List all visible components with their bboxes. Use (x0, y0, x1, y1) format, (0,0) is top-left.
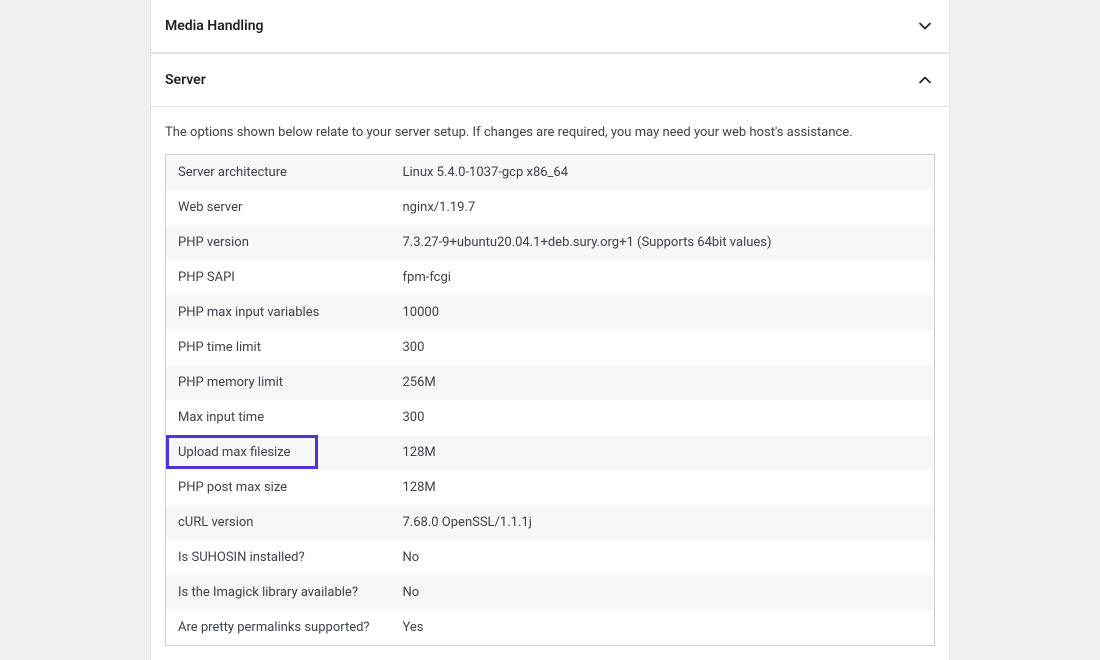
table-row-value: 300 (403, 410, 425, 425)
table-row-label: Is SUHOSIN installed? (178, 550, 305, 565)
table-row-value: Yes (403, 620, 424, 635)
table-row-value: No (403, 550, 420, 565)
table-row-value: nginx/1.19.7 (403, 200, 476, 215)
table-value-cell: 128M (391, 470, 935, 505)
table-row-label: PHP memory limit (178, 375, 283, 390)
table-value-cell: 128M (391, 435, 935, 470)
table-value-cell: 7.68.0 OpenSSL/1.1.1j (391, 505, 935, 540)
table-row-value: Linux 5.4.0-1037-gcp x86_64 (403, 165, 569, 180)
table-row-value: fpm-fcgi (403, 270, 451, 285)
table-row-value: 128M (403, 445, 436, 460)
table-value-cell: nginx/1.19.7 (391, 190, 935, 225)
table-value-cell: 7.3.27-9+ubuntu20.04.1+deb.sury.org+1 (S… (391, 225, 935, 260)
chevron-up-icon (915, 70, 935, 90)
table-row: PHP version 7.3.27-9+ubuntu20.04.1+deb.su… (166, 225, 935, 260)
table-label-cell: Upload max filesize (166, 435, 391, 470)
table-row: PHP max input variables 10000 (166, 295, 935, 330)
table-label-cell: Max input time (166, 400, 391, 435)
chevron-down-icon (915, 16, 935, 36)
table-row-label: Are pretty permalinks supported? (178, 620, 370, 635)
table-row: Is the Imagick library available? No (166, 575, 935, 610)
table-row-label: PHP post max size (178, 480, 287, 495)
table-label-cell: Are pretty permalinks supported? (166, 610, 391, 646)
table-row-label: PHP SAPI (178, 270, 235, 285)
table-label-cell: Web server (166, 190, 391, 225)
table-label-cell: Is SUHOSIN installed? (166, 540, 391, 575)
server-panel-description: The options shown below relate to your s… (165, 125, 935, 140)
table-row-label: PHP time limit (178, 340, 261, 355)
table-label-cell: PHP max input variables (166, 295, 391, 330)
table-row-label: Upload max filesize (178, 445, 290, 460)
table-row: Web server nginx/1.19.7 (166, 190, 935, 225)
table-row: PHP SAPI fpm-fcgi (166, 260, 935, 295)
server-info-table: Server architecture Linux 5.4.0-1037-gcp … (165, 154, 935, 646)
table-row: PHP time limit 300 (166, 330, 935, 365)
table-row-value: 7.68.0 OpenSSL/1.1.1j (403, 515, 532, 530)
media-handling-panel-title: Media Handling (165, 18, 264, 34)
table-label-cell: cURL version (166, 505, 391, 540)
table-value-cell: fpm-fcgi (391, 260, 935, 295)
table-row-label: Max input time (178, 410, 264, 425)
table-row: Max input time 300 (166, 400, 935, 435)
server-panel-body: The options shown below relate to your s… (151, 107, 949, 660)
table-row: PHP memory limit 256M (166, 365, 935, 400)
table-label-cell: PHP memory limit (166, 365, 391, 400)
table-value-cell: 300 (391, 400, 935, 435)
table-label-cell: PHP time limit (166, 330, 391, 365)
table-value-cell: No (391, 540, 935, 575)
table-row-label: Server architecture (178, 165, 287, 180)
table-row-highlighted: Upload max filesize 128M (166, 435, 935, 470)
table-label-cell: Is the Imagick library available? (166, 575, 391, 610)
table-value-cell: 300 (391, 330, 935, 365)
table-row: Server architecture Linux 5.4.0-1037-gcp … (166, 155, 935, 191)
table-row-value: 300 (403, 340, 425, 355)
media-handling-panel-header[interactable]: Media Handling (151, 0, 949, 53)
table-row: PHP post max size 128M (166, 470, 935, 505)
table-value-cell: No (391, 575, 935, 610)
table-row-label: Web server (178, 200, 242, 215)
table-row-value: 10000 (403, 305, 440, 320)
table-row-value: No (403, 585, 420, 600)
table-row-label: PHP version (178, 235, 249, 250)
table-value-cell: 10000 (391, 295, 935, 330)
table-row-value: 7.3.27-9+ubuntu20.04.1+deb.sury.org+1 (S… (403, 235, 772, 250)
table-label-cell: Server architecture (166, 155, 391, 191)
table-label-cell: PHP post max size (166, 470, 391, 505)
table-value-cell: Linux 5.4.0-1037-gcp x86_64 (391, 155, 935, 191)
server-panel-title: Server (165, 72, 206, 88)
table-row: Are pretty permalinks supported? Yes (166, 610, 935, 646)
table-row-value: 128M (403, 480, 436, 495)
table-row-label: PHP max input variables (178, 305, 319, 320)
table-row-label: Is the Imagick library available? (178, 585, 358, 600)
table-row-label: cURL version (178, 515, 253, 530)
table-row: cURL version 7.68.0 OpenSSL/1.1.1j (166, 505, 935, 540)
table-value-cell: Yes (391, 610, 935, 646)
table-value-cell: 256M (391, 365, 935, 400)
server-panel-header[interactable]: Server (151, 53, 949, 107)
table-label-cell: PHP version (166, 225, 391, 260)
table-row-value: 256M (403, 375, 436, 390)
table-row: Is SUHOSIN installed? No (166, 540, 935, 575)
health-check-panels: Media Handling Server The options shown … (150, 0, 950, 660)
table-label-cell: PHP SAPI (166, 260, 391, 295)
